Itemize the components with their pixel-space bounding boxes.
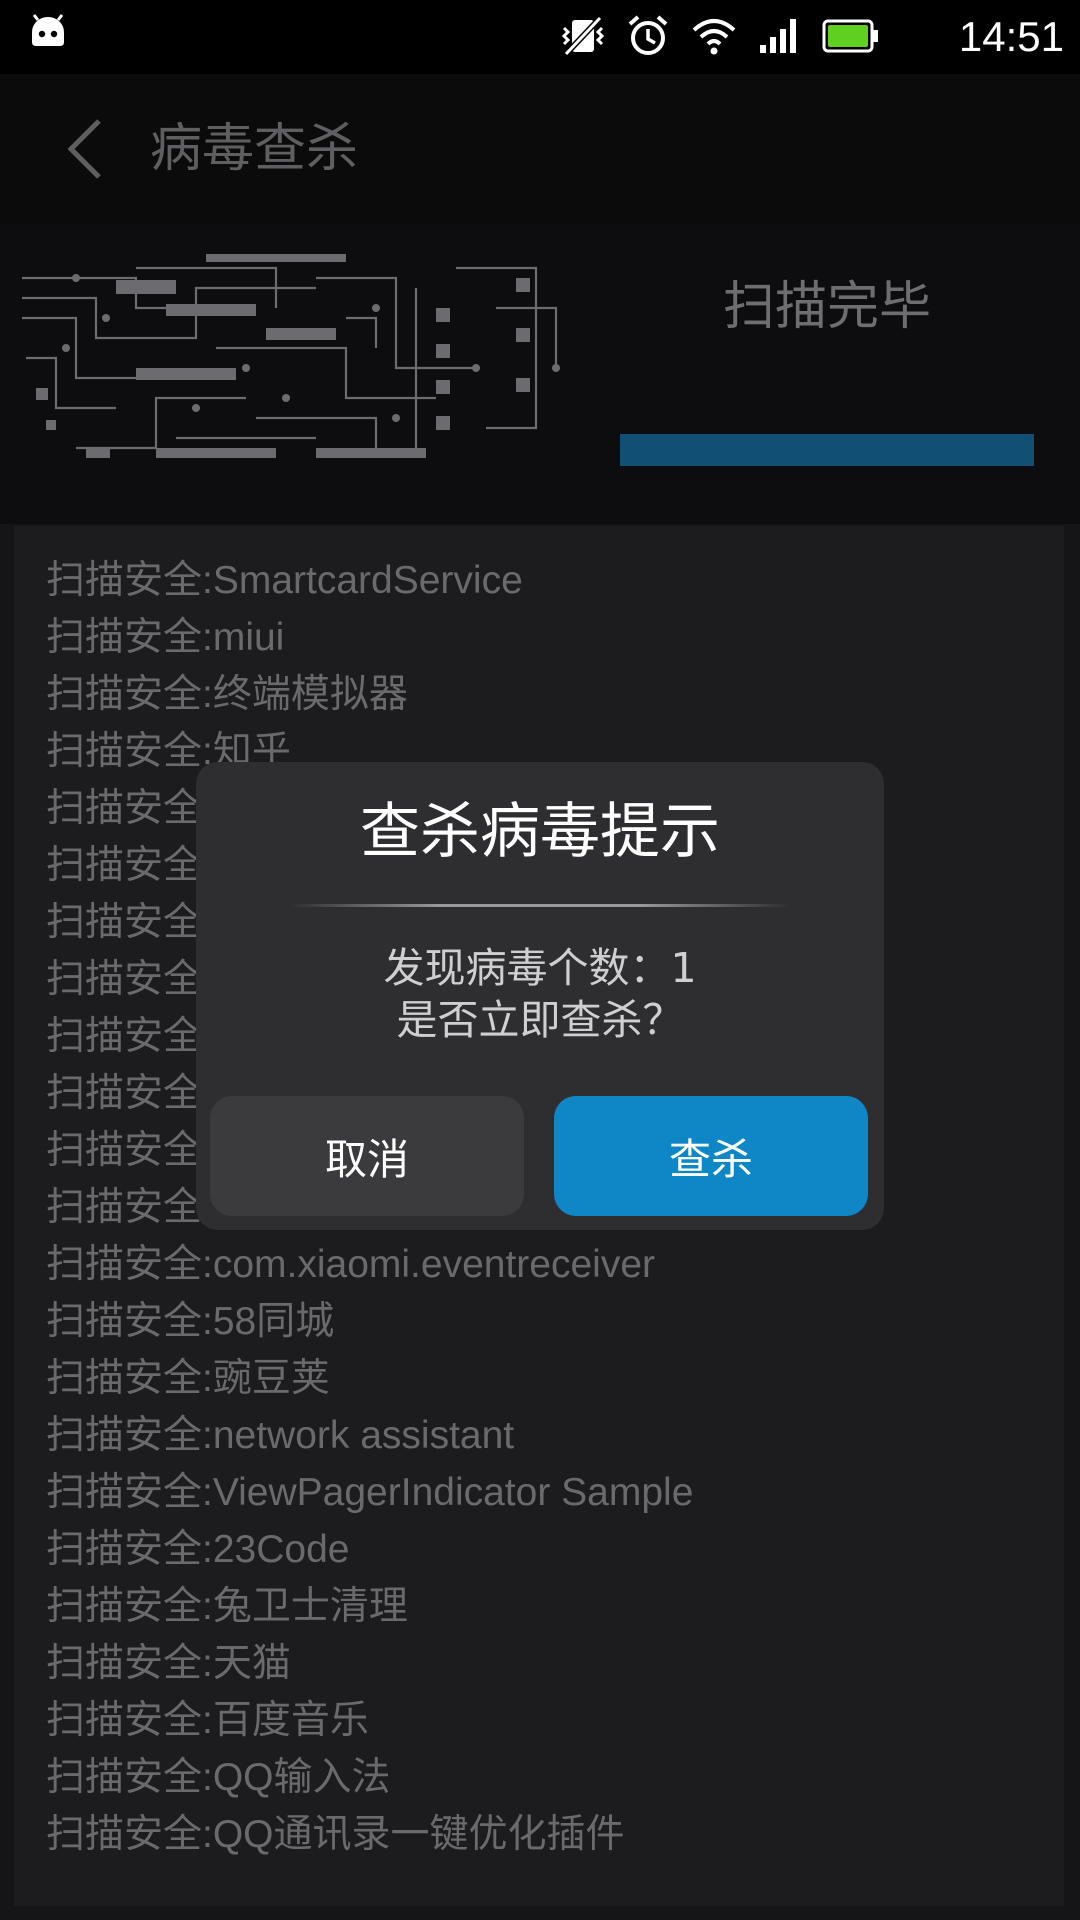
scan-result-item: 扫描安全:豌豆荚 <box>46 1357 330 1400</box>
scan-result-item: 扫描安全:com.xiaomi.eventreceiver <box>46 1243 655 1286</box>
page-title: 病毒查杀 <box>150 119 359 179</box>
vibrate-off-icon <box>560 14 606 62</box>
status-time: 14:51 <box>958 13 1064 60</box>
kill-virus-dialog: 查杀病毒提示 发现病毒个数：1 是否立即查杀？ 取消 查杀 <box>196 762 884 1230</box>
circuit-board-image <box>16 248 586 470</box>
scan-result-item: 扫描安全:百度音乐 <box>46 1699 369 1742</box>
scan-status-label: 扫描完毕 <box>722 277 931 337</box>
scan-result-item: 扫描安全:miui <box>46 616 285 659</box>
dialog-message-line: 发现病毒个数：1 <box>383 944 697 992</box>
app-bar: 病毒查杀 <box>0 74 1080 224</box>
kill-virus-button[interactable]: 查杀 <box>554 1096 868 1216</box>
wifi-icon <box>690 16 738 60</box>
scan-result-item: 扫描安全:终端模拟器 <box>46 673 408 716</box>
signal-icon <box>758 17 802 59</box>
status-bar: 14:51 <box>0 0 1080 74</box>
dialog-divider <box>290 904 790 907</box>
scan-result-item: 扫描安全:ViewPagerIndicator Sample <box>46 1471 694 1514</box>
scan-result-item: 扫描安全:QQ输入法 <box>46 1756 391 1799</box>
scan-result-item: 扫描安全:network assistant <box>46 1414 515 1457</box>
scan-result-item: 扫描安全:兔卫士清理 <box>46 1585 408 1628</box>
scan-progress-bar <box>620 434 1034 466</box>
scan-result-item: 扫描安全:23Code <box>46 1528 350 1571</box>
scan-result-item: 扫描安全:天猫 <box>46 1642 291 1685</box>
alarm-icon <box>626 14 670 62</box>
android-icon <box>28 14 68 52</box>
back-button[interactable] <box>40 104 130 194</box>
battery-icon <box>822 19 880 57</box>
scan-result-item: 扫描安全:QQ通讯录一键优化插件 <box>46 1813 625 1856</box>
chevron-left-icon <box>67 119 101 179</box>
dialog-message: 发现病毒个数：1 是否立即查杀？ <box>196 942 884 1046</box>
cancel-button[interactable]: 取消 <box>210 1096 524 1216</box>
dialog-message-line: 是否立即查杀？ <box>396 996 684 1044</box>
dialog-title: 查杀病毒提示 <box>360 797 720 867</box>
scan-progress-fill <box>620 434 1034 466</box>
scan-result-item: 扫描安全:SmartcardService <box>46 559 523 602</box>
scan-result-item: 扫描安全:58同城 <box>46 1300 335 1343</box>
